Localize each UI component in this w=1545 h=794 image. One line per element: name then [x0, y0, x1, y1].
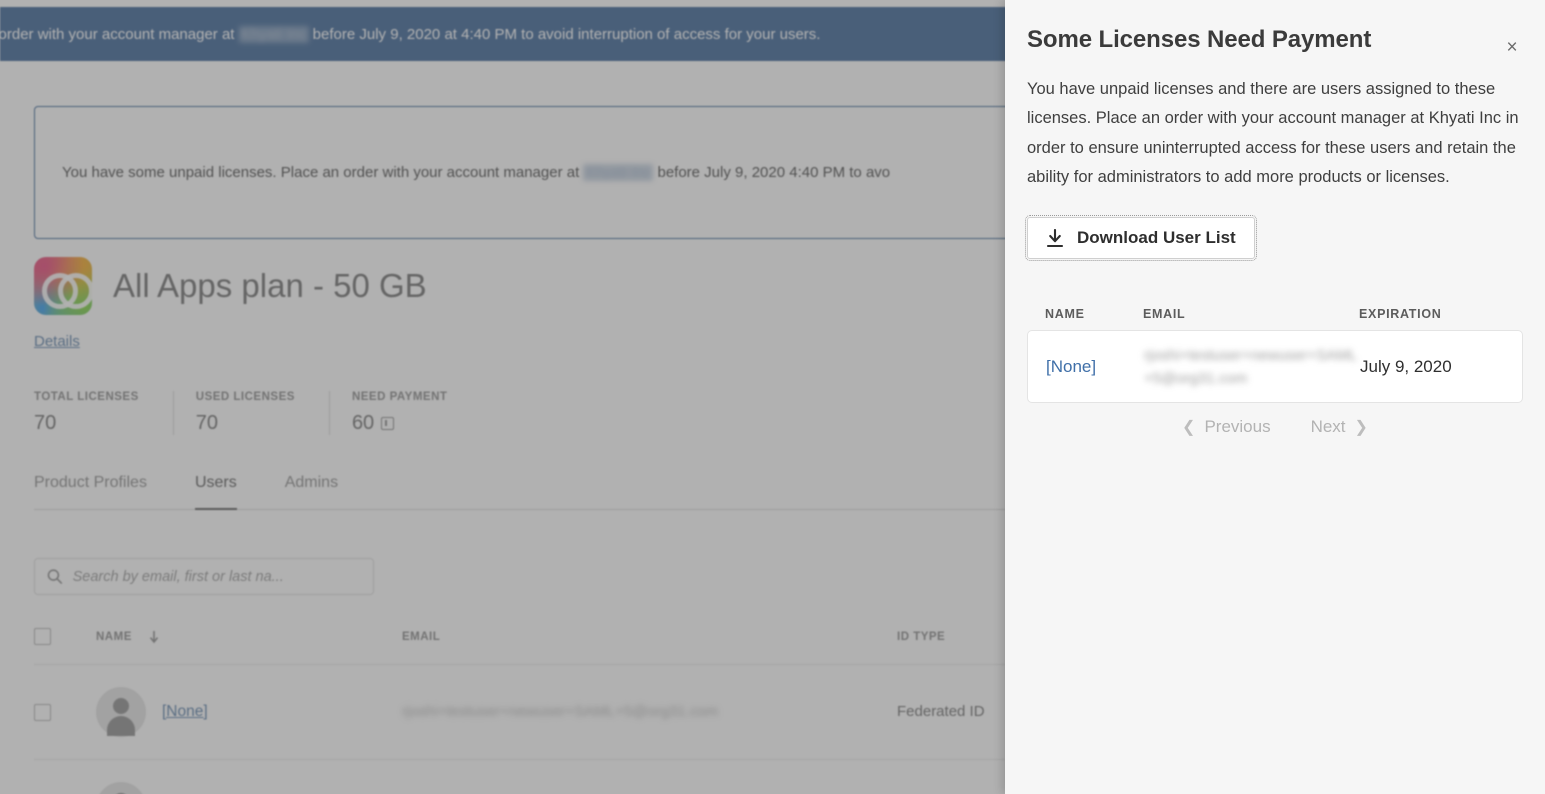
download-user-list-button[interactable]: Download User List: [1025, 215, 1257, 262]
panel-column-expiration: EXPIRATION: [1359, 307, 1442, 322]
licenses-need-payment-panel: Some Licenses Need Payment × You have un…: [1005, 0, 1545, 794]
panel-table-row[interactable]: [None] rjoshi+testuser+newuser+SAML+5@or…: [1027, 330, 1523, 404]
chevron-left-icon: ❮: [1182, 419, 1196, 437]
panel-row-name[interactable]: [None]: [1046, 357, 1144, 377]
next-page-button[interactable]: Next ❯: [1311, 417, 1368, 437]
screen: n order with your account manager at Khy…: [0, 0, 1545, 794]
panel-description: You have unpaid licenses and there are u…: [1027, 80, 1519, 187]
close-icon[interactable]: ×: [1499, 34, 1525, 60]
panel-user-name-link[interactable]: [None]: [1046, 357, 1096, 376]
panel-table-header: NAME EMAIL EXPIRATION: [1027, 307, 1523, 321]
chevron-right-icon: ❯: [1354, 419, 1368, 437]
panel-title: Some Licenses Need Payment: [1027, 26, 1372, 53]
panel-row-email: rjoshi+testuser+newuser+SAML+5@org31.com: [1144, 346, 1358, 387]
next-page-label: Next: [1310, 417, 1346, 437]
previous-page-label: Previous: [1204, 417, 1271, 437]
previous-page-button[interactable]: ❮ Previous: [1182, 417, 1271, 437]
panel-column-name: NAME: [1045, 307, 1085, 322]
panel-column-email: EMAIL: [1143, 307, 1186, 322]
download-icon: [1046, 228, 1064, 247]
panel-pagination: ❮ Previous Next ❯: [1027, 417, 1523, 437]
download-user-list-label: Download User List: [1077, 228, 1236, 248]
panel-row-expiration: July 9, 2020: [1360, 356, 1452, 376]
